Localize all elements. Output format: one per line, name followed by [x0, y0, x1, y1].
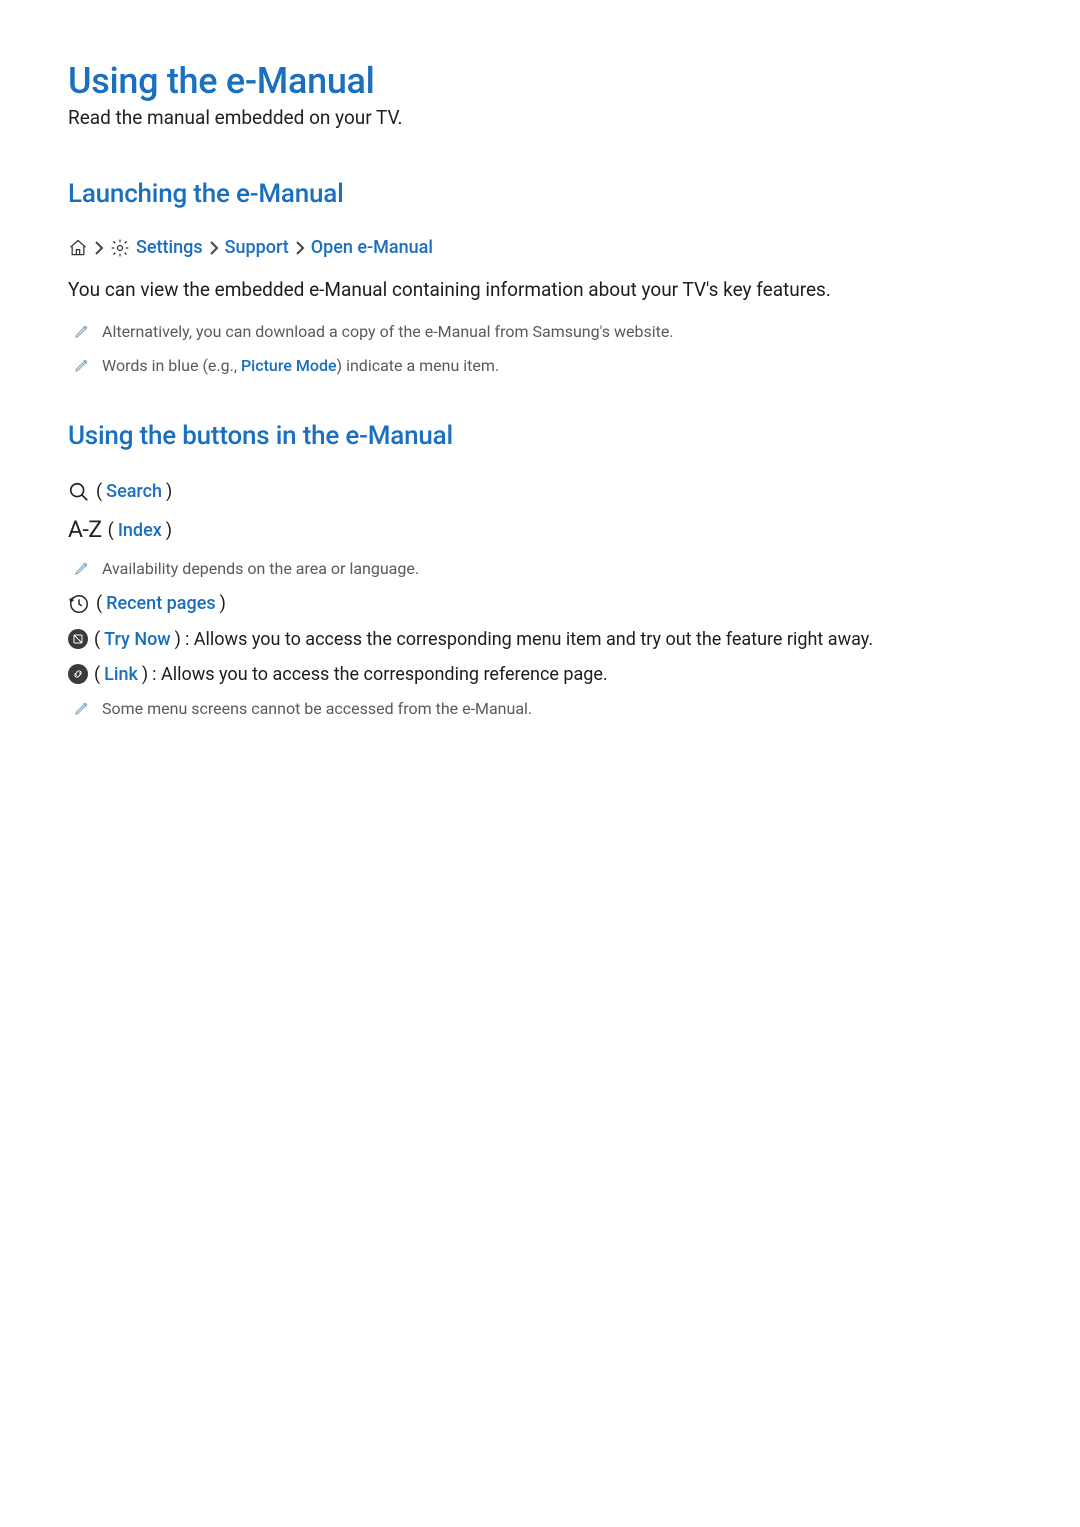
search-link[interactable]: Search — [106, 479, 162, 504]
link-row: (Link): Allows you to access the corresp… — [68, 662, 1012, 687]
recent-row: (Recent pages) — [68, 591, 1012, 616]
index-link[interactable]: Index — [118, 518, 162, 543]
index-row: A-Z (Index) — [68, 514, 1012, 546]
section-launching-heading: Launching the e-Manual — [68, 179, 1012, 209]
pencil-icon — [74, 699, 90, 724]
gear-icon — [110, 238, 130, 258]
note-item: Availability depends on the area or lang… — [68, 557, 1012, 582]
paren-close: ) — [220, 591, 226, 616]
link-link[interactable]: Link — [104, 662, 138, 687]
paren-open: ( — [94, 627, 100, 652]
pencil-icon — [74, 559, 90, 584]
chevron-right-icon — [295, 241, 305, 255]
breadcrumb-support[interactable]: Support — [225, 237, 289, 258]
home-icon — [68, 238, 88, 258]
paren-close: ) — [166, 479, 172, 504]
pencil-icon — [74, 322, 90, 347]
paren-open: ( — [94, 662, 100, 687]
picture-mode-link[interactable]: Picture Mode — [241, 356, 337, 375]
note-item: Alternatively, you can download a copy o… — [68, 320, 1012, 345]
note-text: Alternatively, you can download a copy o… — [102, 322, 674, 341]
search-icon — [68, 481, 90, 503]
paren-open: ( — [96, 591, 102, 616]
clock-icon — [68, 593, 90, 615]
note-text: Some menu screens cannot be accessed fro… — [102, 699, 532, 718]
section-buttons-heading: Using the buttons in the e-Manual — [68, 421, 1012, 451]
recent-pages-link[interactable]: Recent pages — [106, 591, 215, 616]
breadcrumb: Settings Support Open e-Manual — [68, 237, 1012, 258]
try-now-desc: : Allows you to access the corresponding… — [185, 627, 873, 652]
link-desc: : Allows you to access the corresponding… — [152, 662, 608, 687]
note-item: Some menu screens cannot be accessed fro… — [68, 697, 1012, 722]
try-now-row: (Try Now): Allows you to access the corr… — [68, 627, 1012, 652]
note-text: Availability depends on the area or lang… — [102, 559, 419, 578]
paren-open: ( — [108, 518, 114, 543]
az-icon: A-Z — [68, 514, 102, 546]
paren-close: ) — [166, 518, 172, 543]
note-text-post: ) indicate a menu item. — [337, 356, 500, 375]
page-title: Using the e-Manual — [68, 60, 1012, 102]
try-now-link[interactable]: Try Now — [104, 627, 171, 652]
breadcrumb-open-emanual[interactable]: Open e-Manual — [311, 237, 433, 258]
paren-close: ) — [142, 662, 148, 687]
search-row: (Search) — [68, 479, 1012, 504]
page-subtitle: Read the manual embedded on your TV. — [68, 106, 1012, 129]
note-item: Words in blue (e.g., Picture Mode) indic… — [68, 354, 1012, 379]
section1-paragraph: You can view the embedded e-Manual conta… — [68, 276, 1012, 304]
paren-close: ) — [175, 627, 181, 652]
chevron-right-icon — [94, 241, 104, 255]
try-now-icon — [68, 629, 88, 649]
pencil-icon — [74, 356, 90, 381]
chevron-right-icon — [209, 241, 219, 255]
breadcrumb-settings[interactable]: Settings — [136, 237, 203, 258]
link-icon — [68, 664, 88, 684]
note-text-pre: Words in blue (e.g., — [102, 356, 241, 375]
paren-open: ( — [96, 479, 102, 504]
